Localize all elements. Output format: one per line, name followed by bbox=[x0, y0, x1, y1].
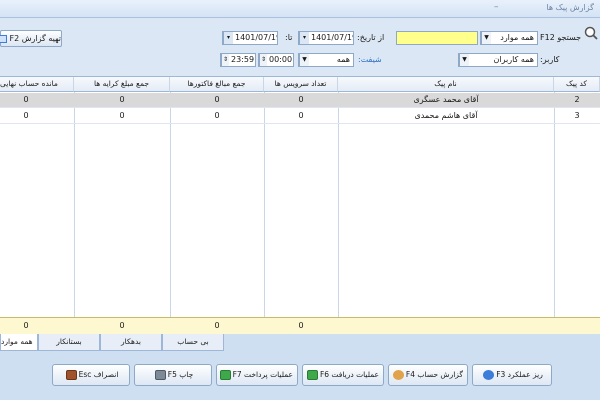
cell-code: 3 bbox=[574, 111, 580, 120]
chevron-down-icon: ▼ bbox=[459, 54, 469, 66]
couriers-table[interactable]: کد پیک نام پیک تعداد سرویس ها جمع مبالغ … bbox=[0, 76, 600, 334]
total-services: 0 bbox=[298, 321, 304, 330]
details-button[interactable]: ریز عملکرد F3 bbox=[472, 364, 552, 386]
tab-debtor[interactable]: بدهکار bbox=[100, 334, 162, 351]
cell-services: 0 bbox=[298, 95, 304, 104]
total-invoices: 0 bbox=[214, 321, 220, 330]
column-header-invoices[interactable]: جمع مبالغ فاکتورها bbox=[170, 77, 264, 92]
pay-operations-button[interactable]: عملیات پرداخت F7 bbox=[216, 364, 298, 386]
report-icon bbox=[0, 34, 7, 43]
account-report-button[interactable]: گزارش حساب F4 bbox=[388, 364, 468, 386]
cell-balance: 0 bbox=[23, 95, 29, 104]
from-time-field[interactable]: ⇕ 00:00 bbox=[258, 53, 294, 67]
tab-creditor[interactable]: بستانکار bbox=[38, 334, 100, 351]
column-header-code[interactable]: کد پیک bbox=[554, 77, 600, 92]
search-input[interactable] bbox=[396, 31, 478, 45]
calendar-icon[interactable]: ▾ bbox=[223, 32, 233, 44]
filter-panel: جستجو F12 همه موارد ▼ از تاریخ: ▾ 1401/0… bbox=[0, 18, 600, 76]
from-date-label: از تاریخ: bbox=[357, 33, 385, 42]
column-header-fares[interactable]: جمع مبلغ کرایه ها bbox=[74, 77, 170, 92]
cancel-button[interactable]: انصراف Esc bbox=[52, 364, 130, 386]
money-out-icon bbox=[219, 370, 231, 380]
cell-code: 2 bbox=[574, 95, 580, 104]
column-divider bbox=[170, 92, 171, 317]
user-icon bbox=[392, 370, 404, 380]
cell-invoices: 0 bbox=[214, 95, 220, 104]
to-date-label: تا: bbox=[285, 33, 293, 42]
cell-name: آقای محمد عسگری bbox=[413, 95, 479, 104]
exit-door-icon bbox=[65, 370, 77, 380]
info-icon bbox=[483, 370, 495, 380]
to-date-field[interactable]: ▾ 1401/07/19 bbox=[222, 31, 278, 45]
chevron-down-icon: ▼ bbox=[481, 32, 491, 44]
cell-fares: 0 bbox=[119, 111, 125, 120]
total-balance: 0 bbox=[23, 321, 29, 330]
cell-fares: 0 bbox=[119, 95, 125, 104]
minimize-icon[interactable]: – bbox=[494, 2, 504, 14]
title-bar: – گزارش پیک ها bbox=[0, 0, 600, 18]
column-divider bbox=[264, 92, 265, 317]
column-divider bbox=[74, 92, 75, 317]
user-select[interactable]: همه کاربران ▼ bbox=[458, 53, 538, 67]
total-fares: 0 bbox=[119, 321, 125, 330]
action-bar: ریز عملکرد F3 گزارش حساب F4 عملیات دریاف… bbox=[0, 352, 600, 400]
calendar-icon[interactable]: ▾ bbox=[299, 32, 309, 44]
column-divider bbox=[338, 92, 339, 317]
cell-services: 0 bbox=[298, 111, 304, 120]
spin-icon[interactable]: ⇕ bbox=[221, 54, 229, 66]
printer-icon bbox=[154, 370, 166, 380]
table-footer-totals: 0 0 0 0 bbox=[0, 317, 600, 334]
from-date-field[interactable]: ▾ 1401/07/19 bbox=[298, 31, 354, 45]
chevron-down-icon: ▼ bbox=[299, 54, 309, 66]
to-time-field[interactable]: ⇕ 23:59 bbox=[220, 53, 256, 67]
tab-all[interactable]: همه موارد bbox=[0, 334, 38, 351]
filter-tabs: همه موارد بستانکار بدهکار بی حساب bbox=[0, 334, 600, 352]
prepare-report-button[interactable]: تهیه گزارش F2 bbox=[0, 30, 62, 47]
column-header-name[interactable]: نام پیک bbox=[338, 77, 554, 92]
cell-invoices: 0 bbox=[214, 111, 220, 120]
cell-name: آقای هاشم محمدی bbox=[414, 111, 478, 120]
search-icon[interactable] bbox=[584, 26, 598, 40]
search-label: جستجو F12 bbox=[540, 33, 582, 42]
print-button[interactable]: چاپ F5 bbox=[134, 364, 212, 386]
tab-settled[interactable]: بی حساب bbox=[162, 334, 224, 351]
table-row[interactable]: 3 آقای هاشم محمدی 0 0 0 0 bbox=[0, 109, 600, 124]
column-divider bbox=[554, 92, 555, 317]
spin-icon[interactable]: ⇕ bbox=[259, 54, 267, 66]
table-row[interactable]: 2 آقای محمد عسگری 0 0 0 0 bbox=[0, 93, 600, 108]
cell-balance: 0 bbox=[23, 111, 29, 120]
money-in-icon bbox=[306, 370, 318, 380]
search-scope-select[interactable]: همه موارد ▼ bbox=[480, 31, 538, 45]
column-header-services[interactable]: تعداد سرویس ها bbox=[264, 77, 338, 92]
receive-operations-button[interactable]: عملیات دریافت F6 bbox=[302, 364, 384, 386]
shift-select[interactable]: همه ▼ bbox=[298, 53, 354, 67]
shift-label: شیفت: bbox=[358, 55, 382, 64]
user-label: کاربر: bbox=[540, 55, 560, 64]
search-scope-value: همه موارد bbox=[500, 33, 534, 42]
window-title: گزارش پیک ها bbox=[546, 3, 594, 12]
column-header-balance[interactable]: مانده حساب نهایی bbox=[0, 77, 74, 92]
